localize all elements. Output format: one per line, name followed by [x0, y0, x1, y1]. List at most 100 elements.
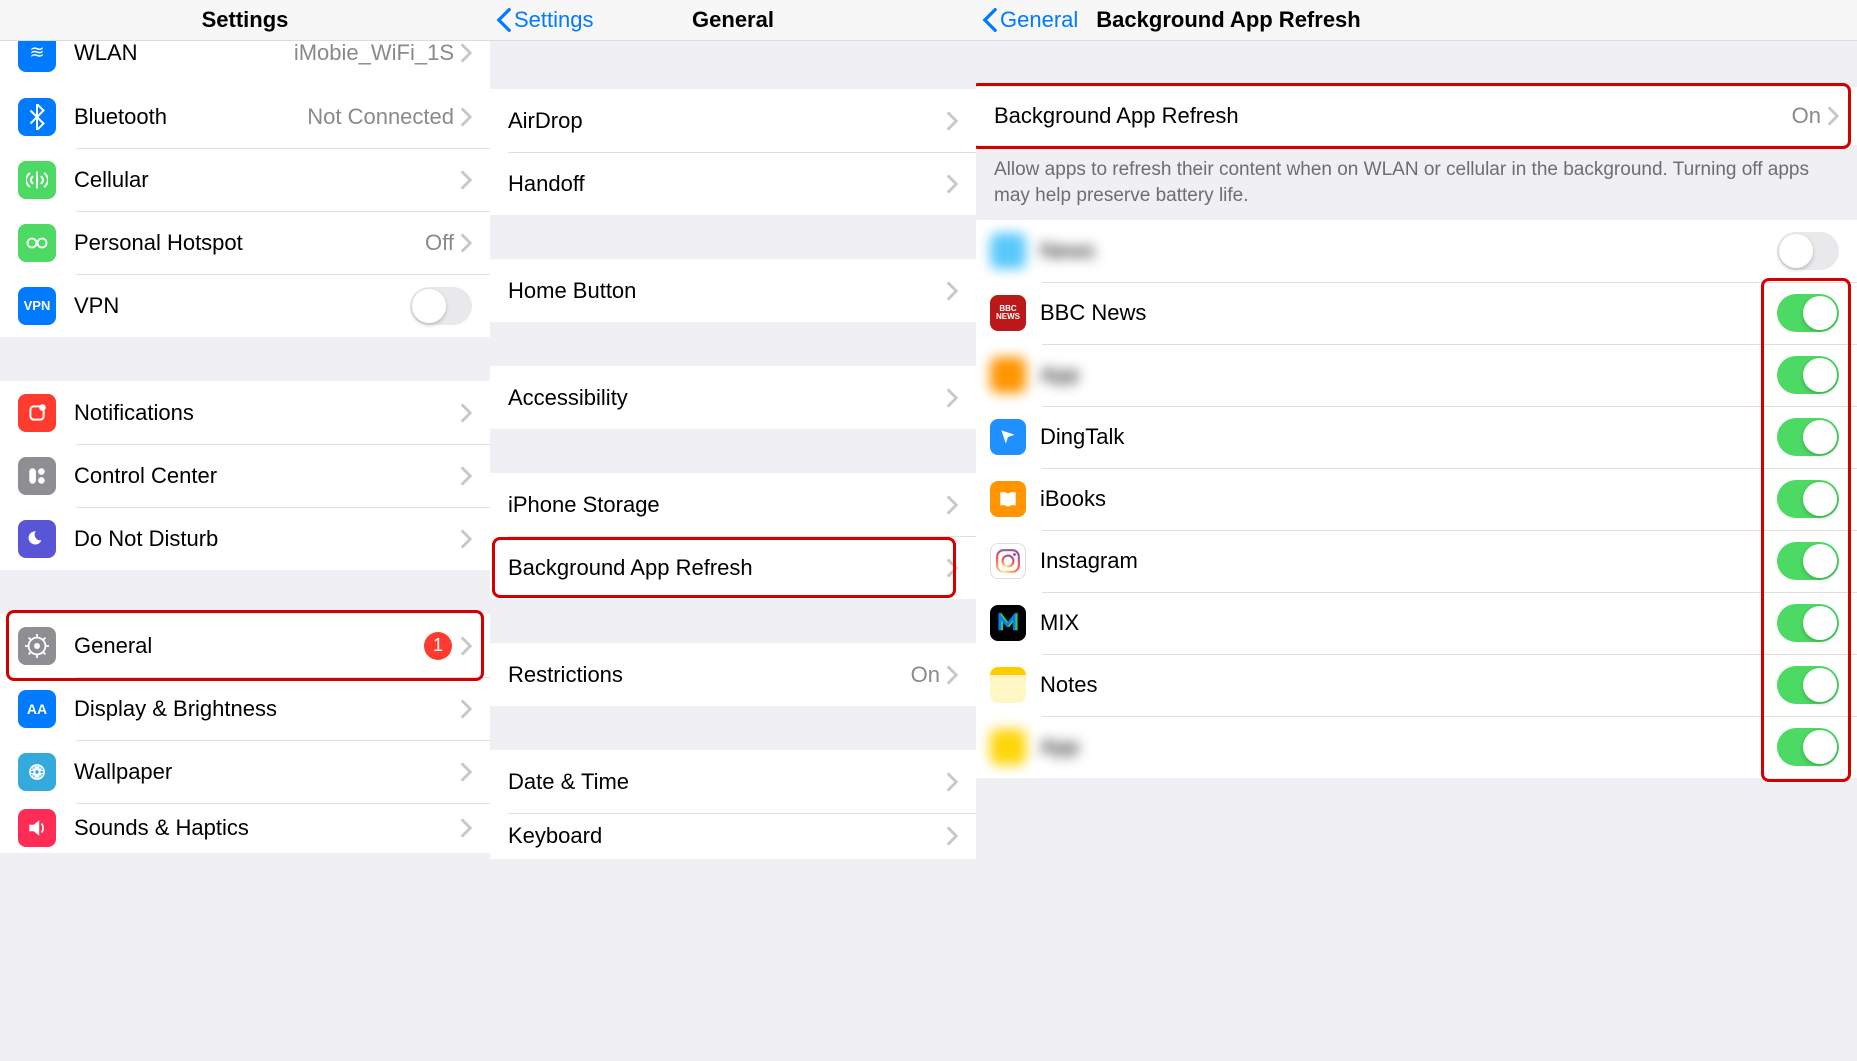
row-label: Handoff — [508, 171, 946, 197]
wallpaper-icon — [18, 753, 56, 791]
app-list: NewsBBCNEWSBBC News App DingTalk iBooks Inst… — [976, 220, 1857, 778]
app-row[interactable]: News — [976, 220, 1857, 282]
row-label: Keyboard — [508, 823, 946, 849]
settings-group-alerts: Notifications Control Center Do Not Dist… — [0, 381, 490, 570]
chevron-right-icon — [1827, 106, 1839, 126]
app-row[interactable]: DingTalk — [976, 406, 1857, 468]
row-accessibility[interactable]: Accessibility — [490, 366, 976, 429]
back-button[interactable]: Settings — [490, 7, 594, 33]
app-icon — [990, 667, 1026, 703]
row-hotspot[interactable]: Personal Hotspot Off — [0, 211, 490, 274]
row-airdrop[interactable]: AirDrop — [490, 89, 976, 152]
chevron-right-icon — [946, 388, 958, 408]
bgrefresh-pane: General Background App Refresh Backgroun… — [976, 0, 1857, 1061]
row-label: Personal Hotspot — [74, 230, 425, 256]
app-toggle[interactable] — [1777, 666, 1839, 704]
row-datetime[interactable]: Date & Time — [490, 750, 976, 813]
row-label: Control Center — [74, 463, 460, 489]
chevron-right-icon — [460, 233, 472, 253]
settings-content: ≋ WLAN iMobie_WiFi_1S Bluetooth Not Conn… — [0, 41, 490, 1061]
row-wallpaper[interactable]: Wallpaper — [0, 740, 490, 803]
app-toggle[interactable] — [1777, 418, 1839, 456]
app-label: iBooks — [1040, 486, 1777, 512]
app-row[interactable]: MIX — [976, 592, 1857, 654]
app-label: Notes — [1040, 672, 1777, 698]
app-icon — [990, 233, 1026, 269]
display-icon: AA — [18, 690, 56, 728]
row-keyboard[interactable]: Keyboard — [490, 813, 976, 859]
gear-icon — [18, 627, 56, 665]
row-display[interactable]: AA Display & Brightness — [0, 677, 490, 740]
chevron-right-icon — [460, 170, 472, 190]
notifications-icon — [18, 394, 56, 432]
group-separator — [976, 41, 1857, 87]
group-separator — [490, 706, 976, 750]
row-bluetooth[interactable]: Bluetooth Not Connected — [0, 85, 490, 148]
row-label: Sounds & Haptics — [74, 815, 460, 841]
hotspot-icon — [18, 224, 56, 262]
back-label: General — [1000, 7, 1078, 33]
row-label: AirDrop — [508, 108, 946, 134]
row-dnd[interactable]: Do Not Disturb — [0, 507, 490, 570]
row-handoff[interactable]: Handoff — [490, 152, 976, 215]
app-row[interactable]: Instagram — [976, 530, 1857, 592]
row-wlan[interactable]: ≋ WLAN iMobie_WiFi_1S — [0, 41, 490, 84]
row-bgrefresh-master[interactable]: Background App Refresh On — [976, 87, 1857, 145]
row-restrictions[interactable]: Restrictions On — [490, 643, 976, 706]
chevron-right-icon — [946, 495, 958, 515]
row-notifications[interactable]: Notifications — [0, 381, 490, 444]
app-toggle[interactable] — [1777, 728, 1839, 766]
app-row[interactable]: App — [976, 344, 1857, 406]
row-cellular[interactable]: Cellular — [0, 148, 490, 211]
wlan-icon: ≋ — [18, 41, 56, 72]
back-label: Settings — [514, 7, 594, 33]
app-toggle[interactable] — [1777, 356, 1839, 394]
vpn-toggle[interactable] — [410, 287, 472, 325]
row-value: iMobie_WiFi_1S — [294, 41, 454, 66]
settings-group-connectivity: ≋ WLAN iMobie_WiFi_1S Bluetooth Not Conn… — [0, 41, 490, 337]
badge-count: 1 — [424, 632, 452, 660]
row-vpn[interactable]: VPN VPN — [0, 274, 490, 337]
row-value: On — [911, 662, 940, 688]
app-row[interactable]: App — [976, 716, 1857, 778]
app-icon — [990, 605, 1026, 641]
group-separator — [490, 429, 976, 473]
row-bgapprefresh[interactable]: Background App Refresh — [490, 536, 976, 599]
app-icon — [990, 729, 1026, 765]
chevron-right-icon — [460, 636, 472, 656]
row-controlcenter[interactable]: Control Center — [0, 444, 490, 507]
row-label: Background App Refresh — [994, 103, 1792, 129]
general-pane: Settings General AirDrop Handoff Home Bu… — [490, 0, 976, 1061]
row-sounds[interactable]: Sounds & Haptics — [0, 803, 490, 853]
row-general[interactable]: General 1 — [0, 614, 490, 677]
cellular-icon — [18, 161, 56, 199]
dnd-icon — [18, 520, 56, 558]
row-label: Background App Refresh — [508, 555, 946, 581]
row-label: Notifications — [74, 400, 460, 426]
row-label: General — [74, 633, 424, 659]
app-toggle[interactable] — [1777, 604, 1839, 642]
row-value: Off — [425, 230, 454, 256]
app-row[interactable]: BBCNEWSBBC News — [976, 282, 1857, 344]
app-row[interactable]: Notes — [976, 654, 1857, 716]
chevron-right-icon — [460, 762, 472, 782]
app-label: BBC News — [1040, 300, 1777, 326]
row-homebutton[interactable]: Home Button — [490, 259, 976, 322]
chevron-right-icon — [460, 403, 472, 423]
row-label: Cellular — [74, 167, 460, 193]
row-iphonestorage[interactable]: iPhone Storage — [490, 473, 976, 536]
app-toggle[interactable] — [1777, 232, 1839, 270]
app-label: App — [1040, 362, 1777, 388]
app-toggle[interactable] — [1777, 294, 1839, 332]
row-label: Date & Time — [508, 769, 946, 795]
chevron-right-icon — [460, 107, 472, 127]
sounds-icon — [18, 809, 56, 847]
back-button[interactable]: General — [976, 7, 1078, 33]
app-toggle[interactable] — [1777, 480, 1839, 518]
group-separator — [0, 570, 490, 614]
page-title: Background App Refresh — [1096, 7, 1360, 33]
chevron-right-icon — [946, 665, 958, 685]
settings-group-general: General 1 AA Display & Brightness Wallpa… — [0, 614, 490, 853]
app-toggle[interactable] — [1777, 542, 1839, 580]
app-row[interactable]: iBooks — [976, 468, 1857, 530]
